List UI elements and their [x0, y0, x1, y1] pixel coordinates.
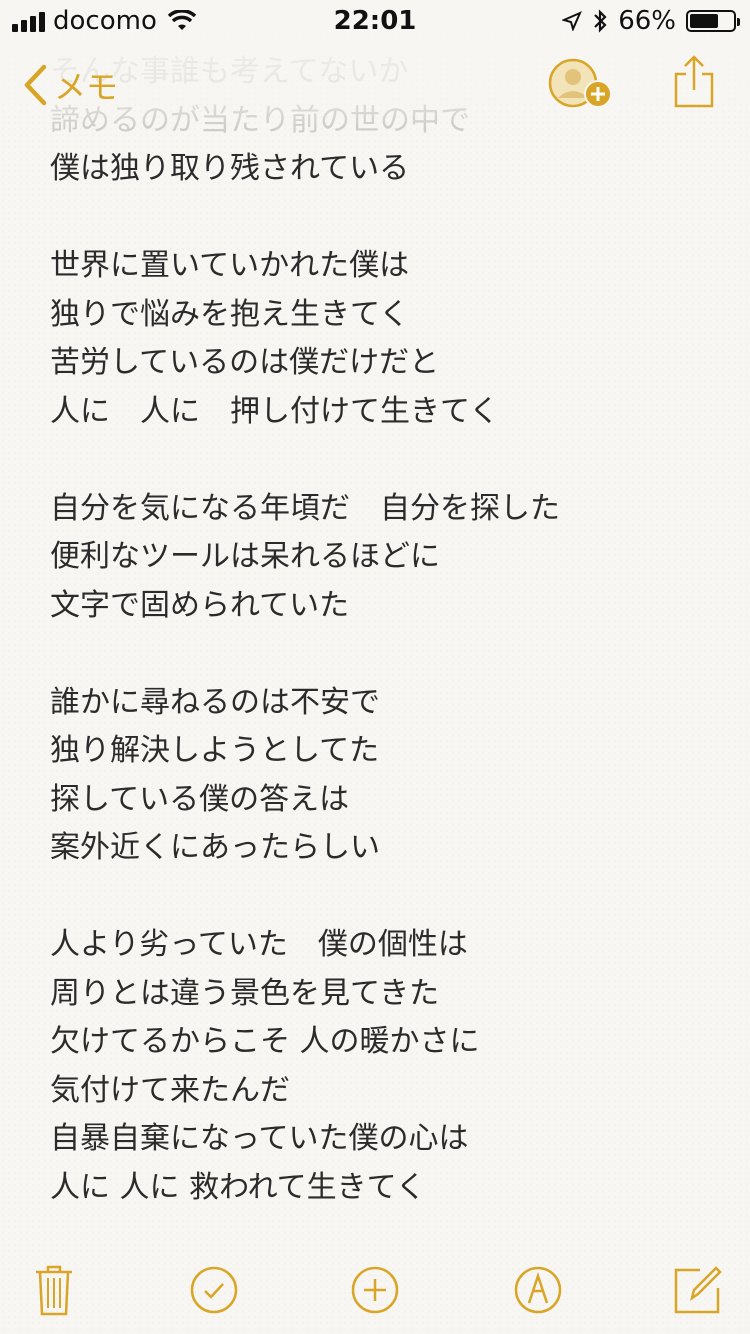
- note-line: 人に 人に 救われて生きてく: [50, 1169, 426, 1205]
- delete-button[interactable]: [24, 1258, 84, 1322]
- add-people-button[interactable]: [548, 58, 616, 116]
- note-blank-line: [50, 630, 730, 679]
- note-line: 人に 人に 押し付けて生きてく: [50, 393, 500, 429]
- note-blank-line: [50, 436, 730, 485]
- back-button[interactable]: メモ: [22, 62, 118, 108]
- note-line: 人より劣っていた 僕の個性は: [50, 927, 468, 962]
- note-line: 誰かに尋ねるのは不安で: [50, 684, 380, 720]
- note-line: 欠けてるからこそ 人の暖かさに: [50, 1024, 480, 1059]
- note-line: 案外近くにあったらしい: [50, 830, 380, 865]
- note-line: 自分を気になる年頃だ 自分を探した: [50, 490, 560, 526]
- note-line: 世界に置いていかれた僕は: [50, 248, 410, 283]
- back-label: メモ: [54, 68, 119, 106]
- note-line: 自暴自棄になっていた僕の心は: [50, 1121, 469, 1156]
- note-line: 文字で固められていた: [50, 587, 350, 623]
- note-line: 探している僕の答えは: [50, 781, 350, 817]
- sketch-button[interactable]: [508, 1258, 568, 1322]
- note-line: 独りで悩みを抱え生きてく: [50, 296, 410, 332]
- share-icon: [674, 55, 714, 108]
- status-bar: docomo 22:01 66%: [0, 0, 750, 40]
- compose-button[interactable]: [668, 1258, 728, 1322]
- add-icon: [351, 1266, 399, 1314]
- note-line: 便利なツールは呆れるほどに: [50, 539, 440, 574]
- note-line: 周りとは違う景色を見てきた: [50, 975, 440, 1011]
- note-line: 独り解決しようとしてた: [50, 733, 380, 768]
- note-faded-line: そんな事誰も考えてないか: [50, 54, 409, 89]
- checklist-icon: [190, 1266, 238, 1314]
- battery-percent: 66%: [618, 6, 676, 36]
- trash-icon: [36, 1265, 72, 1316]
- battery-icon: [686, 10, 740, 32]
- note-blank-line: [50, 873, 730, 922]
- note-line: 苦労しているのは僕だけだと: [50, 345, 440, 380]
- add-people-icon: [548, 58, 612, 108]
- note-line: 僕は独り取り残されている: [50, 151, 410, 186]
- note-faded-line: 諦めるのが当たり前の世の中で: [50, 102, 470, 138]
- checklist-button[interactable]: [184, 1258, 244, 1322]
- bluetooth-icon: [594, 9, 607, 33]
- location-arrow-icon: [562, 11, 583, 31]
- note-blank-line: [50, 194, 730, 243]
- note-body[interactable]: そんな事誰も考えてないか 諦めるのが当たり前の世の中で 僕は独り取り残されている…: [50, 0, 730, 1230]
- note-line: 気付けて来たんだ: [50, 1072, 290, 1108]
- add-button[interactable]: [345, 1258, 405, 1322]
- compose-icon: [674, 1266, 722, 1314]
- bottom-toolbar: [0, 1250, 750, 1334]
- sketch-icon: [514, 1266, 562, 1314]
- share-button[interactable]: [672, 54, 716, 114]
- chevron-left-icon: [24, 64, 47, 106]
